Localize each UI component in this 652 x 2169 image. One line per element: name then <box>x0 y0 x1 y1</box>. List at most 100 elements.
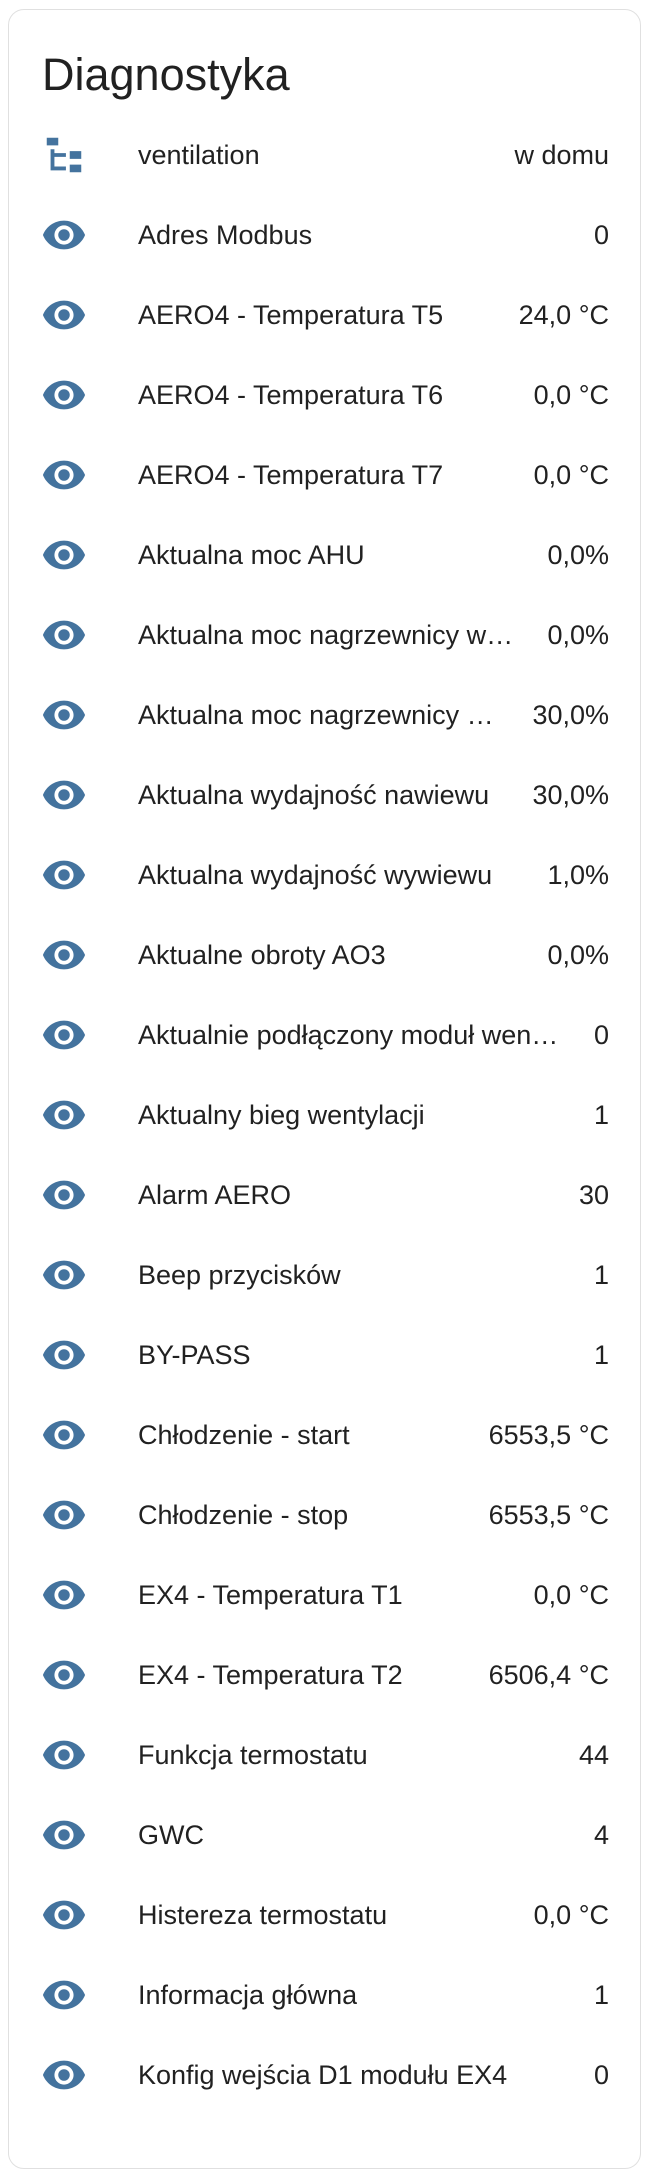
entity-name: Chłodzenie - stop <box>138 1499 349 1530</box>
entity-name: Informacja główna <box>138 1979 358 2010</box>
entity-row[interactable]: Chłodzenie - stop 6553,5 °C <box>9 1475 640 1555</box>
entity-row[interactable]: Chłodzenie - start 6553,5 °C <box>9 1395 640 1475</box>
entity-row[interactable]: ventilation w domu <box>9 115 640 195</box>
entity-row[interactable]: Histereza termostatu 0,0 °C <box>9 1875 640 1955</box>
eye-icon <box>40 1091 88 1139</box>
eye-icon <box>40 2051 88 2099</box>
entity-row[interactable]: GWC 4 <box>9 1795 640 1875</box>
entity-name: Aktualna wydajność nawiewu <box>138 779 490 810</box>
eye-icon <box>40 611 88 659</box>
entity-name: Konfig wejścia D1 modułu EX4 <box>138 2059 508 2090</box>
eye-icon <box>40 1971 88 2019</box>
entity-list: ventilation w domu Adres Modbus 0 AERO4 - Te… <box>9 115 640 2115</box>
entity-row[interactable]: BY-PASS 1 <box>9 1315 640 1395</box>
eye-icon <box>40 371 88 419</box>
entity-row[interactable]: Beep przycisków 1 <box>9 1235 640 1315</box>
entity-state: 1 <box>593 1099 609 1130</box>
diagnostics-card: Diagnostyka ventilation w domu Adres Modbu… <box>8 9 641 2169</box>
eye-icon <box>40 931 88 979</box>
entity-row[interactable]: Alarm AERO 30 <box>9 1155 640 1235</box>
entity-name: Aktualna moc nagrzewnicy … <box>138 699 494 730</box>
entity-row[interactable]: Konfig wejścia D1 modułu EX4 0 <box>9 2035 640 2115</box>
entity-row[interactable]: Informacja główna 1 <box>9 1955 640 2035</box>
entity-state: 0 <box>593 2059 609 2090</box>
entity-state: 1,0% <box>547 859 609 890</box>
entity-state: 6506,4 °C <box>488 1659 609 1690</box>
entity-name: BY-PASS <box>138 1339 251 1370</box>
eye-icon <box>40 1571 88 1619</box>
card-title: Diagnostyka <box>42 49 290 100</box>
entity-name: Histereza termostatu <box>138 1899 388 1930</box>
entity-state: 1 <box>593 1339 609 1370</box>
eye-icon <box>40 1731 88 1779</box>
entity-state: 0,0% <box>547 619 609 650</box>
entity-row[interactable]: EX4 - Temperatura T1 0,0 °C <box>9 1555 640 1635</box>
eye-icon <box>40 1171 88 1219</box>
entity-name: AERO4 - Temperatura T6 <box>138 379 444 410</box>
entity-name: Aktualne obroty AO3 <box>138 939 386 970</box>
eye-icon <box>40 1251 88 1299</box>
eye-icon <box>40 1811 88 1859</box>
eye-icon <box>40 1651 88 1699</box>
entity-row[interactable]: AERO4 - Temperatura T6 0,0 °C <box>9 355 640 435</box>
entity-state: 0,0 °C <box>533 1899 609 1930</box>
entity-row[interactable]: Aktualne obroty AO3 0,0% <box>9 915 640 995</box>
entity-name: AERO4 - Temperatura T5 <box>138 299 444 330</box>
entity-row[interactable]: Aktualna moc nagrzewnicy w… 0,0% <box>9 595 640 675</box>
eye-icon <box>40 531 88 579</box>
eye-icon <box>40 1411 88 1459</box>
entity-state: 1 <box>593 1979 609 2010</box>
entity-state: 0,0 °C <box>533 379 609 410</box>
entity-state: 1 <box>593 1259 609 1290</box>
eye-icon <box>40 1491 88 1539</box>
network-icon <box>40 131 88 179</box>
entity-name: ventilation <box>138 139 260 170</box>
entity-row[interactable]: Funkcja termostatu 44 <box>9 1715 640 1795</box>
entity-name: AERO4 - Temperatura T7 <box>138 459 444 490</box>
eye-icon <box>40 1331 88 1379</box>
entity-name: Alarm AERO <box>138 1179 292 1210</box>
eye-icon <box>40 851 88 899</box>
entity-name: Aktualna moc AHU <box>138 539 365 570</box>
eye-icon <box>40 691 88 739</box>
entity-state: 4 <box>593 1819 609 1850</box>
entity-name: Aktualny bieg wentylacji <box>138 1099 425 1130</box>
entity-row[interactable]: Aktualnie podłączony moduł wen… 0 <box>9 995 640 1075</box>
entity-state: 0,0 °C <box>533 1579 609 1610</box>
entity-row[interactable]: EX4 - Temperatura T2 6506,4 °C <box>9 1635 640 1715</box>
entity-name: Aktualnie podłączony moduł wen… <box>138 1019 559 1050</box>
entity-name: Aktualna wydajność wywiewu <box>138 859 493 890</box>
entity-state: 30,0% <box>532 779 609 810</box>
entity-name: Aktualna moc nagrzewnicy w… <box>138 619 514 650</box>
eye-icon <box>40 1891 88 1939</box>
entity-state: 6553,5 °C <box>488 1419 609 1450</box>
entity-name: Chłodzenie - start <box>138 1419 350 1450</box>
entity-row[interactable]: Aktualna wydajność wywiewu 1,0% <box>9 835 640 915</box>
entity-name: Adres Modbus <box>138 219 313 250</box>
entity-name: EX4 - Temperatura T1 <box>138 1579 403 1610</box>
entity-row[interactable]: AERO4 - Temperatura T5 24,0 °C <box>9 275 640 355</box>
entity-state: 30 <box>578 1179 609 1210</box>
entity-state: 0,0% <box>547 939 609 970</box>
entity-state: 24,0 °C <box>518 299 609 330</box>
entity-row[interactable]: Adres Modbus 0 <box>9 195 640 275</box>
entity-row[interactable]: AERO4 - Temperatura T7 0,0 °C <box>9 435 640 515</box>
entity-name: Funkcja termostatu <box>138 1739 368 1770</box>
entity-state: 0,0 °C <box>533 459 609 490</box>
eye-icon <box>40 211 88 259</box>
entity-row[interactable]: Aktualna moc AHU 0,0% <box>9 515 640 595</box>
entity-row[interactable]: Aktualna moc nagrzewnicy … 30,0% <box>9 675 640 755</box>
entity-state: 0 <box>593 1019 609 1050</box>
entity-state: w domu <box>514 139 609 170</box>
entity-row[interactable]: Aktualny bieg wentylacji 1 <box>9 1075 640 1155</box>
eye-icon <box>40 771 88 819</box>
eye-icon <box>40 1011 88 1059</box>
entity-state: 0,0% <box>547 539 609 570</box>
entity-name: GWC <box>138 1819 204 1850</box>
eye-icon <box>40 291 88 339</box>
entity-state: 0 <box>593 219 609 250</box>
eye-icon <box>40 451 88 499</box>
entity-state: 6553,5 °C <box>488 1499 609 1530</box>
entity-name: EX4 - Temperatura T2 <box>138 1659 403 1690</box>
entity-row[interactable]: Aktualna wydajność nawiewu 30,0% <box>9 755 640 835</box>
